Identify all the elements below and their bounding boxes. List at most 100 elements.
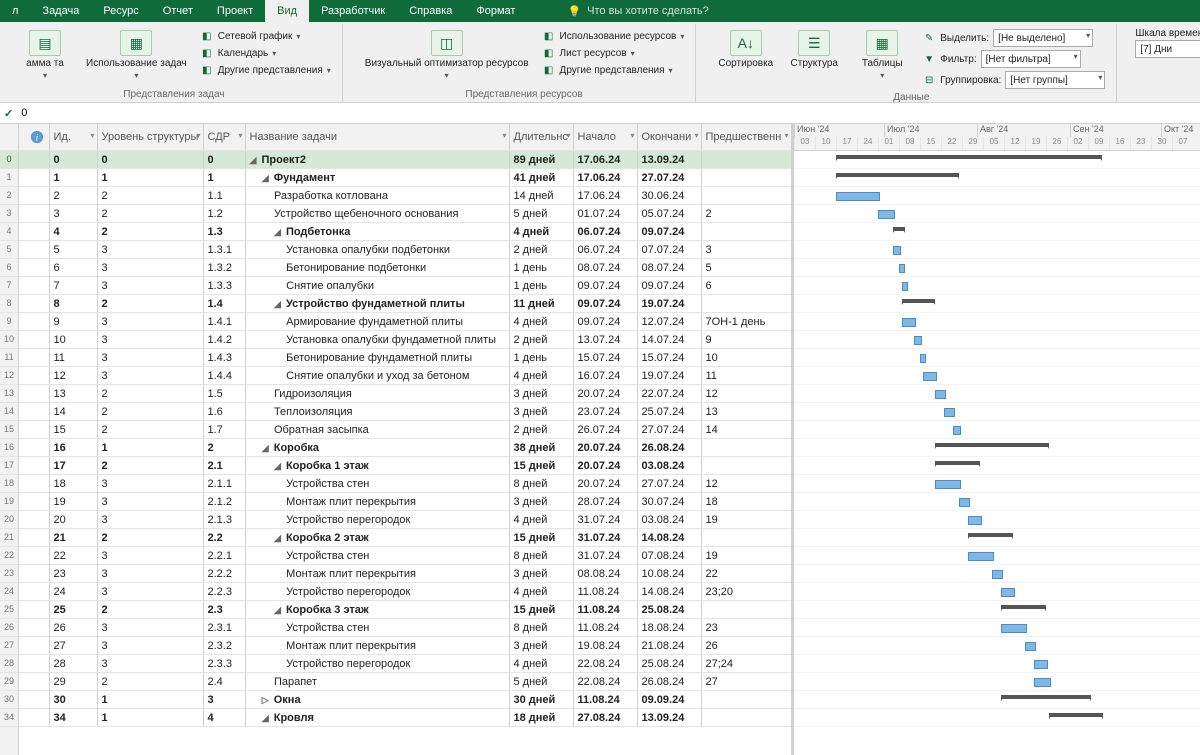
menu-tab-л[interactable]: л: [0, 0, 30, 22]
task-view-item[interactable]: ◧Другие представления ▾: [197, 62, 334, 78]
cell-duration[interactable]: 18 дней: [509, 709, 573, 727]
cell-indicator[interactable]: [19, 205, 49, 223]
cell-name[interactable]: Устройства стен: [245, 475, 509, 493]
cell-start[interactable]: 08.08.24: [573, 565, 637, 583]
row-header[interactable]: 18: [0, 475, 18, 493]
gantt-summary-bar[interactable]: [1001, 695, 1091, 699]
cell-start[interactable]: 11.08.24: [573, 619, 637, 637]
timescale-combo[interactable]: [7] Дни: [1135, 40, 1200, 58]
menu-tab-Проект[interactable]: Проект: [205, 0, 265, 22]
gantt-task-bar[interactable]: [1001, 624, 1027, 633]
table-row[interactable]: 731.3.3 Снятие опалубки1 день09.07.2409.…: [19, 277, 791, 295]
tell-me[interactable]: 💡Что вы хотите сделать?: [567, 0, 708, 22]
cell-name[interactable]: ◢Коробка: [245, 439, 509, 457]
cell-wbs[interactable]: 2: [203, 439, 245, 457]
cell-name[interactable]: Армирование фундаметной плиты: [245, 313, 509, 331]
cell-wbs[interactable]: 1.7: [203, 421, 245, 439]
cell-wbs[interactable]: 1.6: [203, 403, 245, 421]
cell-level[interactable]: 3: [97, 331, 203, 349]
cell-indicator[interactable]: [19, 583, 49, 601]
cell-wbs[interactable]: 2.1.1: [203, 475, 245, 493]
cell-indicator[interactable]: [19, 151, 49, 169]
cell-name[interactable]: Устройство перегородок: [245, 655, 509, 673]
row-header[interactable]: 1: [0, 169, 18, 187]
cell-finish[interactable]: 03.08.24: [637, 457, 701, 475]
cell-level[interactable]: 2: [97, 205, 203, 223]
cell-id[interactable]: 28: [49, 655, 97, 673]
cell-predecessors[interactable]: [701, 439, 791, 457]
table-row[interactable]: 1722.1 ◢Коробка 1 этаж15 дней20.07.2403.…: [19, 457, 791, 475]
cell-name[interactable]: Устройство перегородок: [245, 511, 509, 529]
cell-indicator[interactable]: [19, 547, 49, 565]
cell-id[interactable]: 6: [49, 259, 97, 277]
cell-indicator[interactable]: [19, 511, 49, 529]
cell-finish[interactable]: 13.09.24: [637, 709, 701, 727]
cell-level[interactable]: 3: [97, 637, 203, 655]
cell-duration[interactable]: 8 дней: [509, 547, 573, 565]
row-header[interactable]: 11: [0, 349, 18, 367]
row-header[interactable]: 15: [0, 421, 18, 439]
cell-start[interactable]: 09.07.24: [573, 295, 637, 313]
cell-id[interactable]: 0: [49, 151, 97, 169]
cell-id[interactable]: 3: [49, 205, 97, 223]
cell-predecessors[interactable]: 13: [701, 403, 791, 421]
col-name[interactable]: Название задачи▾: [245, 124, 509, 151]
cell-wbs[interactable]: 2.2.1: [203, 547, 245, 565]
cell-start[interactable]: 20.07.24: [573, 475, 637, 493]
cell-finish[interactable]: 05.07.24: [637, 205, 701, 223]
cell-duration[interactable]: 30 дней: [509, 691, 573, 709]
cell-duration[interactable]: 41 дней: [509, 169, 573, 187]
cell-level[interactable]: 3: [97, 367, 203, 385]
gantt-task-bar[interactable]: [902, 282, 908, 291]
tables-button[interactable]: ▦Таблицы▾: [851, 28, 913, 82]
outline-toggle-icon[interactable]: ◢: [262, 713, 272, 724]
row-header[interactable]: 13: [0, 385, 18, 403]
cell-level[interactable]: 2: [97, 673, 203, 691]
outline-toggle-icon[interactable]: ▷: [262, 695, 272, 706]
cell-duration[interactable]: 2 дней: [509, 421, 573, 439]
table-row[interactable]: 2032.1.3 Устройство перегородок4 дней31.…: [19, 511, 791, 529]
cell-start[interactable]: 23.07.24: [573, 403, 637, 421]
cell-start[interactable]: 20.07.24: [573, 439, 637, 457]
cell-finish[interactable]: 07.08.24: [637, 547, 701, 565]
cell-duration[interactable]: 15 дней: [509, 601, 573, 619]
cell-id[interactable]: 21: [49, 529, 97, 547]
cell-name[interactable]: ◢Подбетонка: [245, 223, 509, 241]
cell-name[interactable]: ◢Коробка 1 этаж: [245, 457, 509, 475]
cell-predecessors[interactable]: [701, 529, 791, 547]
cell-wbs[interactable]: 2.4: [203, 673, 245, 691]
cell-finish[interactable]: 25.07.24: [637, 403, 701, 421]
cell-id[interactable]: 16: [49, 439, 97, 457]
cell-wbs[interactable]: 1.3.3: [203, 277, 245, 295]
cell-indicator[interactable]: [19, 223, 49, 241]
select-all[interactable]: [0, 124, 18, 151]
cell-duration[interactable]: 3 дней: [509, 385, 573, 403]
col-indicator[interactable]: i: [19, 124, 49, 151]
team-planner-button[interactable]: ◫Визуальный оптимизатор ресурсов▾: [361, 28, 533, 82]
cell-duration[interactable]: 15 дней: [509, 457, 573, 475]
cell-duration[interactable]: 2 дней: [509, 241, 573, 259]
menu-tab-Задача[interactable]: Задача: [30, 0, 91, 22]
row-header[interactable]: 12: [0, 367, 18, 385]
gantt-summary-bar[interactable]: [935, 461, 980, 465]
cell-start[interactable]: 08.07.24: [573, 259, 637, 277]
cell-level[interactable]: 1: [97, 169, 203, 187]
cell-wbs[interactable]: 1.4.3: [203, 349, 245, 367]
gantt-task-bar[interactable]: [1001, 588, 1015, 597]
cell-level[interactable]: 0: [97, 151, 203, 169]
cell-predecessors[interactable]: [701, 295, 791, 313]
cell-duration[interactable]: 8 дней: [509, 475, 573, 493]
table-row[interactable]: 1231.4.4 Снятие опалубки и уход за бетон…: [19, 367, 791, 385]
cell-duration[interactable]: 8 дней: [509, 619, 573, 637]
row-header[interactable]: 14: [0, 403, 18, 421]
gantt-summary-bar[interactable]: [1049, 713, 1103, 717]
cell-indicator[interactable]: [19, 421, 49, 439]
row-header[interactable]: 34: [0, 709, 18, 727]
cell-finish[interactable]: 22.07.24: [637, 385, 701, 403]
cell-wbs[interactable]: 2.3.1: [203, 619, 245, 637]
cell-predecessors[interactable]: 6: [701, 277, 791, 295]
cell-level[interactable]: 3: [97, 547, 203, 565]
outline-toggle-icon[interactable]: ◢: [274, 533, 284, 544]
cell-id[interactable]: 15: [49, 421, 97, 439]
cell-level[interactable]: 2: [97, 295, 203, 313]
